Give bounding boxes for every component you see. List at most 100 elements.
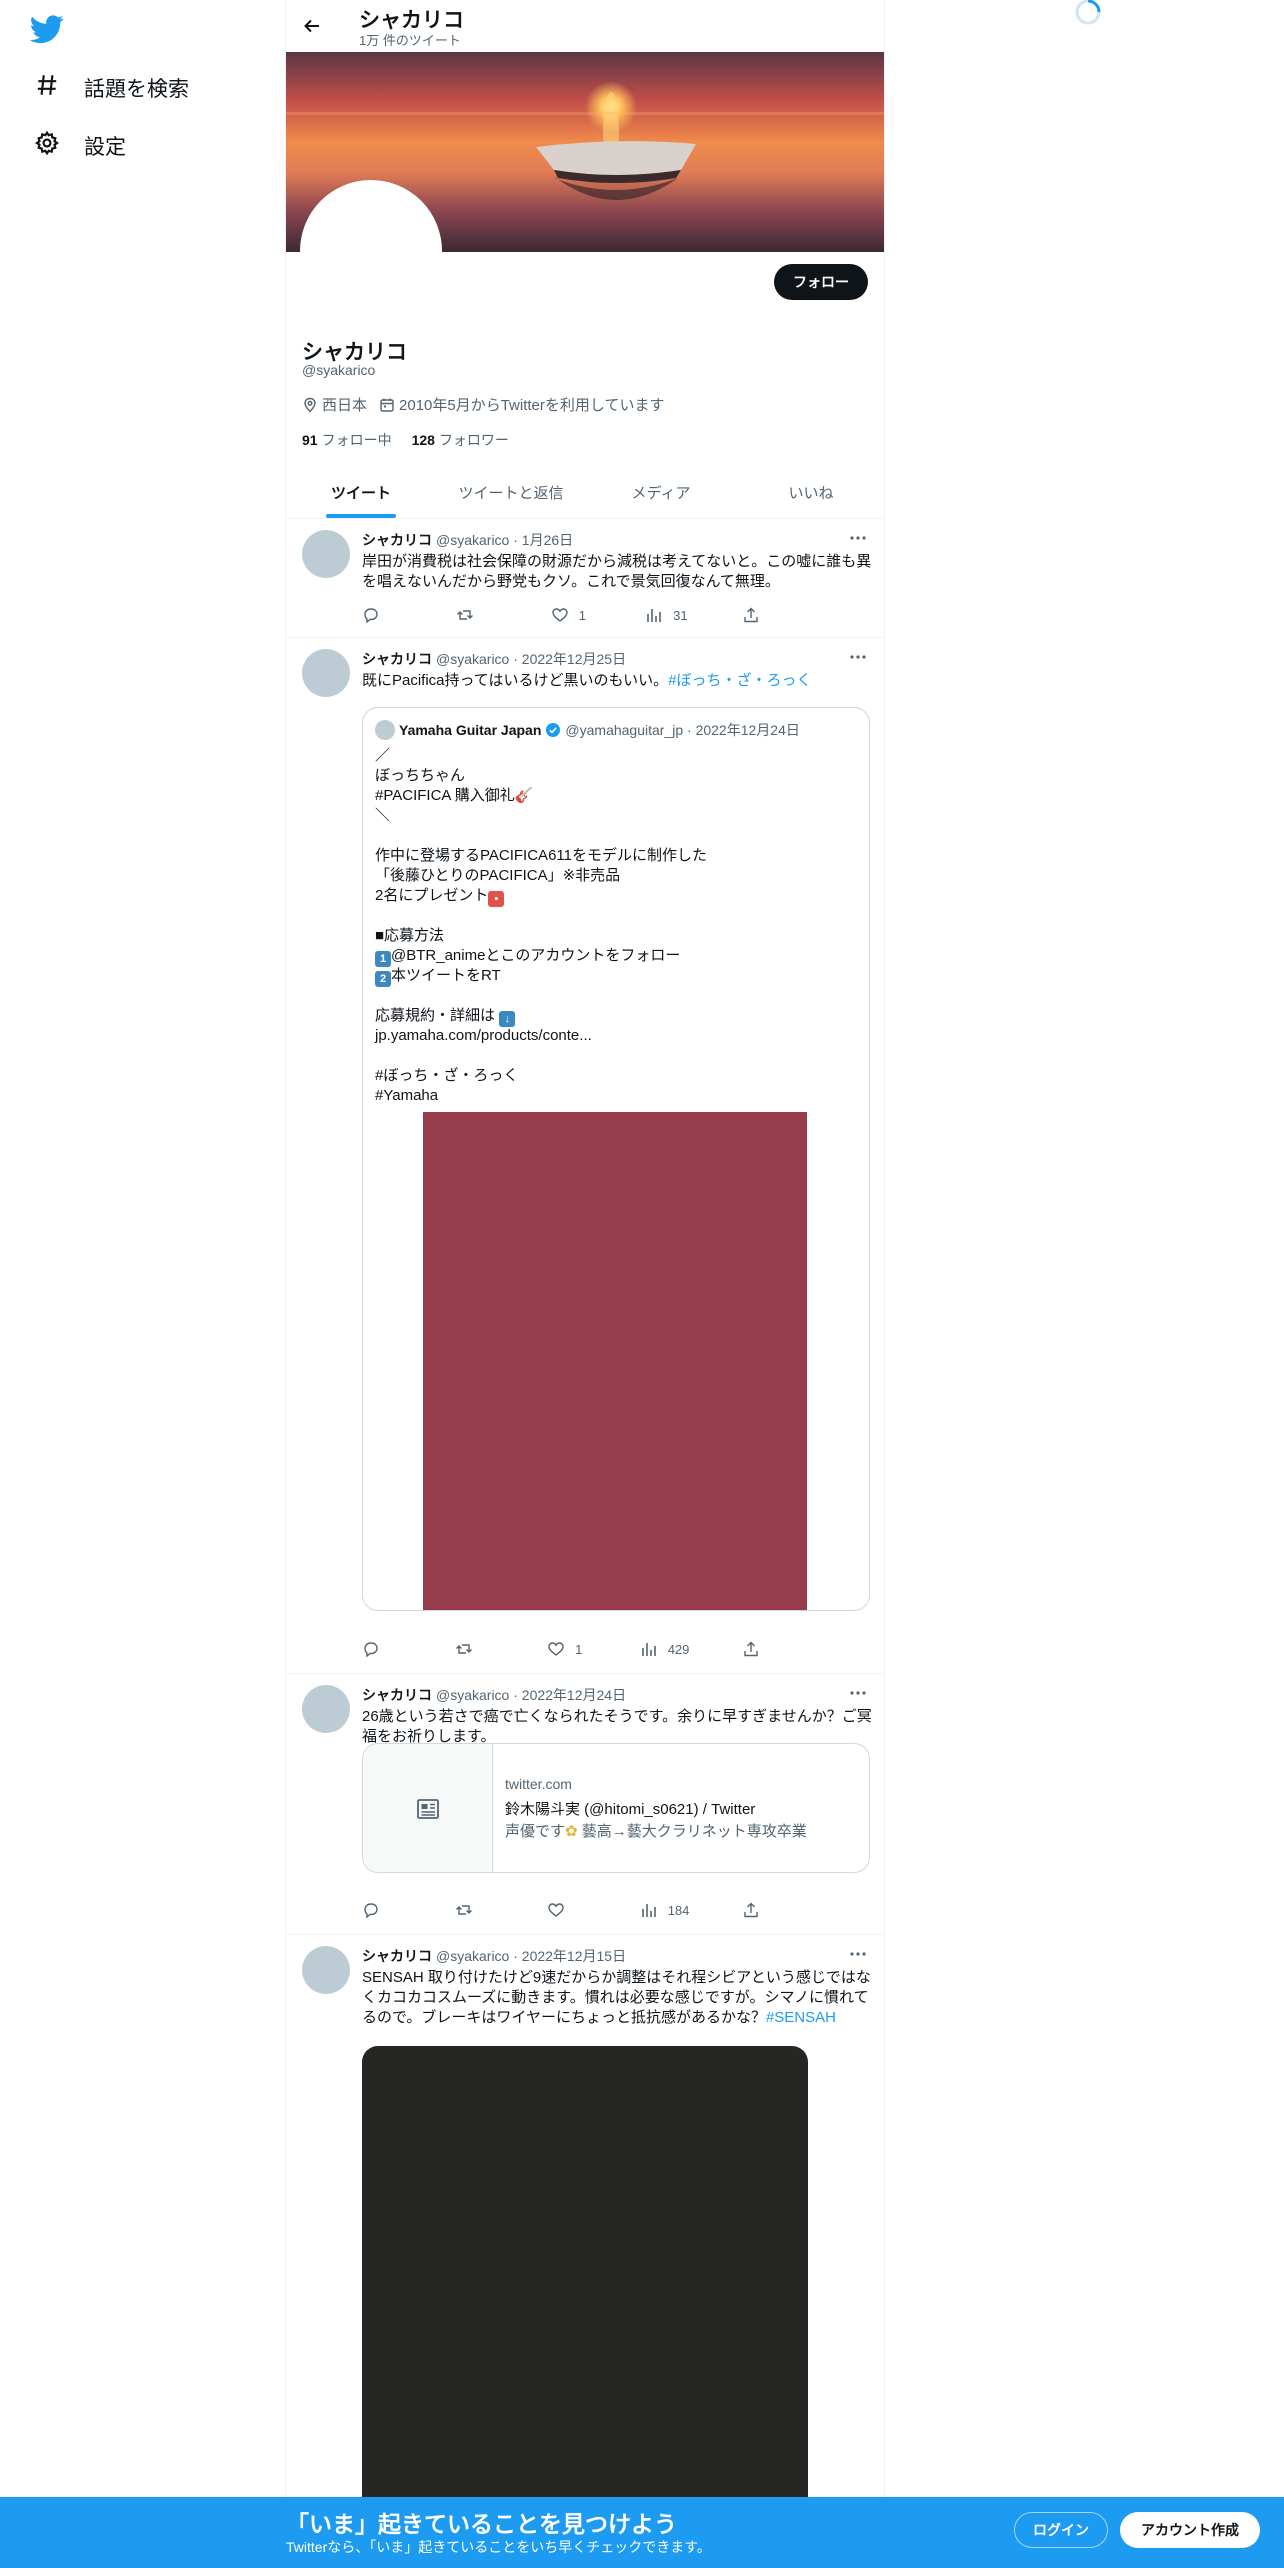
sidebar-item-label: 話題を検索 xyxy=(84,78,189,101)
profile-joined: 2010年5月からTwitterを利用しています xyxy=(399,397,665,414)
reply-icon xyxy=(364,1903,378,1919)
back-button[interactable] xyxy=(298,12,326,40)
tab-likes[interactable]: いいね xyxy=(736,466,884,518)
following-link[interactable]: 91 フォロー中 xyxy=(302,430,392,450)
profile-location: 西日本 xyxy=(322,397,368,414)
quoted-tweet-image[interactable] xyxy=(423,1112,807,1610)
retweet-icon xyxy=(457,610,474,620)
arrow-left-icon xyxy=(304,19,319,33)
share-button[interactable] xyxy=(742,1639,782,1659)
tweet-header: シャカリコ @syakarico · 2022年12月24日 xyxy=(362,1687,627,1703)
avatar[interactable] xyxy=(302,530,350,578)
profile-handle: @syakarico xyxy=(302,362,376,378)
profile-tabs: ツイート ツイートと返信 メディア いいね xyxy=(286,466,884,519)
avatar[interactable] xyxy=(302,649,350,697)
tweet-text: SENSAH 取り付けたけど9速だからか調整はそれ程シビアという感じではなくカコ… xyxy=(362,1969,871,2026)
reply-icon xyxy=(364,1642,378,1658)
quoted-tweet[interactable]: Yamaha Guitar Japan @yamahaguitar_jp · 2… xyxy=(362,707,870,1611)
verified-badge-icon xyxy=(546,723,561,737)
location-icon xyxy=(304,397,316,412)
sidebar-item-settings[interactable]: 設定 xyxy=(34,130,126,162)
tweet-text: 既にPacifica持ってはいるけど黒いのもいい。#ぼっち・ざ・ろっく xyxy=(362,672,812,689)
tab-tweets[interactable]: ツイート xyxy=(286,466,436,518)
like-button[interactable] xyxy=(547,1900,587,1920)
signup-prompt-subtitle: Twitterなら、「いま」起きていることをいち早くチェックできます。 xyxy=(286,2539,711,2555)
signup-button[interactable]: アカウント作成 xyxy=(1120,2512,1260,2548)
tab-media[interactable]: メディア xyxy=(586,466,736,518)
heart-icon xyxy=(548,1642,564,1656)
retweet-button[interactable] xyxy=(456,605,496,625)
reply-button[interactable] xyxy=(362,1639,402,1659)
retweet-button[interactable] xyxy=(455,1639,495,1659)
share-button[interactable] xyxy=(742,605,782,625)
follow-button[interactable]: フォロー xyxy=(774,264,868,300)
hashtag-link[interactable]: #SENSAH xyxy=(766,2009,836,2026)
tweet-actions: 1 429 xyxy=(362,1639,782,1659)
more-icon[interactable] xyxy=(848,1683,868,1703)
more-icon[interactable] xyxy=(848,1944,868,1964)
reply-icon xyxy=(364,608,378,624)
retweet-button[interactable] xyxy=(455,1900,495,1920)
guitar-emoji-icon: 🎸 xyxy=(514,787,534,804)
main-column: シャカリコ 1万 件のツイート フォロー シャカリコ @syakarico 西日… xyxy=(285,0,885,2568)
tweet[interactable]: シャカリコ @syakarico · 2022年12月15日 SENSAH 取り付… xyxy=(286,1936,884,2568)
tab-tweets-and-replies[interactable]: ツイートと返信 xyxy=(436,466,586,518)
link-card-title: 鈴木陽斗実 (@hitomi_s0621) / Twitter xyxy=(505,1801,756,1818)
profile-avatar[interactable] xyxy=(300,180,442,322)
sidebar-item-explore[interactable]: 話題を検索 xyxy=(34,72,189,104)
followers-link[interactable]: 128 フォロワー xyxy=(412,430,509,450)
quoted-tweet-header: Yamaha Guitar Japan @yamahaguitar_jp · 2… xyxy=(399,722,800,738)
views-button[interactable]: 429 xyxy=(640,1639,689,1659)
views-button[interactable]: 184 xyxy=(640,1900,689,1920)
tweet[interactable]: シャカリコ @syakarico · 2022年12月24日 26歳という若さで癌… xyxy=(286,1675,884,1935)
reply-button[interactable] xyxy=(362,1900,402,1920)
avatar[interactable] xyxy=(302,1685,350,1733)
quoted-link[interactable]: jp.yamaha.com/products/conte... xyxy=(375,1026,855,1046)
quoted-tweet-text: ／ ぼっちちゃん #PACIFICA 購入御礼🎸 ＼ 作中に登場するPACIFI… xyxy=(375,746,855,1106)
like-button[interactable]: 1 xyxy=(551,605,591,625)
calendar-icon xyxy=(380,398,394,412)
share-icon xyxy=(744,607,758,623)
retweet-icon xyxy=(455,1905,472,1915)
signup-prompt-bar: 「いま」起きていることを見つけよう Twitterなら、「いま」起きていることを… xyxy=(0,2497,1284,2568)
share-icon xyxy=(744,1902,758,1918)
tweet-actions: 1 31 xyxy=(362,605,782,625)
gear-icon xyxy=(34,130,60,162)
heart-icon xyxy=(548,1903,564,1917)
tweet-image[interactable] xyxy=(362,2046,808,2546)
tweet[interactable]: シャカリコ @syakarico · 1月26日 岸田が消費税は社会保障の財源だか… xyxy=(286,520,884,638)
tweet-header: シャカリコ @syakarico · 2022年12月15日 xyxy=(362,1948,627,1964)
more-icon[interactable] xyxy=(848,528,868,548)
more-icon[interactable] xyxy=(848,647,868,667)
tweet-text: 岸田が消費税は社会保障の財源だから減税は考えてないと。この嘘に誰も異を唱えないん… xyxy=(362,553,872,590)
avatar xyxy=(375,720,395,740)
share-button[interactable] xyxy=(742,1900,782,1920)
article-icon xyxy=(416,1799,439,1819)
tweet-actions: 184 xyxy=(362,1900,782,1920)
profile-meta: 西日本 2010年5月からTwitterを利用しています xyxy=(302,394,676,415)
profile-follow-stats: 91 フォロー中 128 フォロワー xyxy=(302,430,509,450)
heart-icon xyxy=(552,608,568,622)
tweet-header: シャカリコ @syakarico · 1月26日 xyxy=(362,532,574,548)
share-icon xyxy=(744,1641,758,1657)
retweet-icon xyxy=(455,1644,472,1654)
signup-prompt-title: 「いま」起きていることを見つけよう xyxy=(286,2511,677,2537)
analytics-icon xyxy=(641,1643,656,1656)
avatar[interactable] xyxy=(302,1946,350,1994)
tweet-text: 26歳という若さで癌で亡くなられたそうです。余りに早すぎませんか？ご冥福をお祈り… xyxy=(362,1708,872,1745)
left-sidebar: 話題を検索 設定 xyxy=(0,0,286,2568)
twitter-bird-icon[interactable] xyxy=(29,12,64,46)
link-card[interactable]: twitter.com 鈴木陽斗実 (@hitomi_s0621) / Twit… xyxy=(362,1743,870,1873)
tweet[interactable]: シャカリコ @syakarico · 2022年12月25日 既にPacifica… xyxy=(286,639,884,1674)
sparkle-emoji-icon: ✿ xyxy=(565,1823,578,1840)
down-arrow-emoji-icon: ↓ xyxy=(499,1011,516,1027)
analytics-icon xyxy=(641,1904,656,1917)
hashtag-link[interactable]: #ぼっち・ざ・ろっく xyxy=(668,672,811,689)
like-button[interactable]: 1 xyxy=(547,1639,587,1659)
loading-spinner-icon xyxy=(1073,0,1103,26)
views-button[interactable]: 31 xyxy=(645,605,688,625)
hashtag-icon xyxy=(34,72,60,104)
reply-button[interactable] xyxy=(362,605,402,625)
login-button[interactable]: ログイン xyxy=(1014,2512,1108,2548)
link-card-thumbnail xyxy=(363,1744,493,1872)
